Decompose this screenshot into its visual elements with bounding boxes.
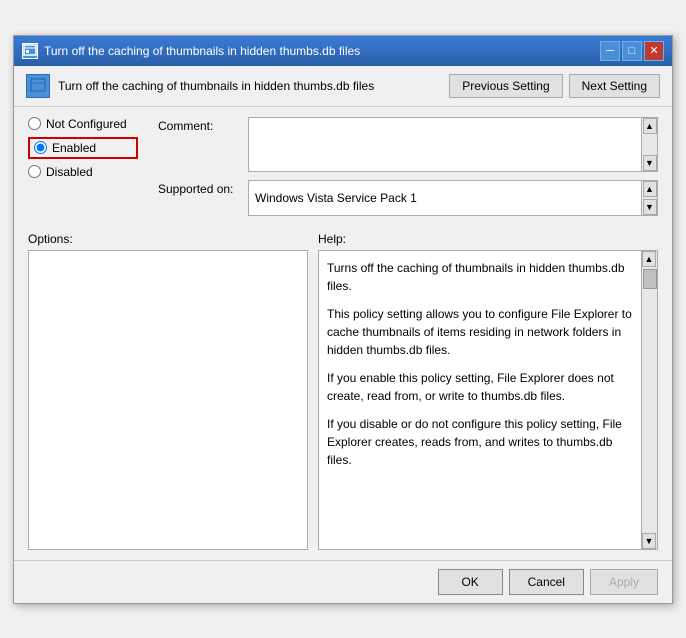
enabled-option[interactable]: Enabled [28, 137, 138, 159]
minimize-button[interactable]: ─ [600, 41, 620, 61]
fields-area: Comment: ▲ ▼ Supported on: Win [158, 117, 658, 224]
disabled-option[interactable]: Disabled [28, 165, 138, 179]
help-scrollbar[interactable]: ▲ ▼ [642, 250, 658, 550]
disabled-label: Disabled [46, 165, 93, 179]
comment-input[interactable] [248, 117, 642, 172]
supported-row: Supported on: Windows Vista Service Pack… [158, 180, 658, 216]
options-column: Options: [28, 232, 308, 550]
window-title: Turn off the caching of thumbnails in hi… [44, 44, 360, 58]
help-scroll-track [642, 291, 657, 533]
not-configured-radio[interactable] [28, 117, 41, 130]
help-box-wrapper: Turns off the caching of thumbnails in h… [318, 250, 658, 550]
title-controls: ─ □ ✕ [600, 41, 664, 61]
apply-button[interactable]: Apply [590, 569, 658, 595]
header-title: Turn off the caching of thumbnails in hi… [58, 79, 374, 93]
help-column: Help: Turns off the caching of thumbnail… [318, 232, 658, 550]
help-scroll-thumb[interactable] [643, 269, 657, 289]
main-window: Turn off the caching of thumbnails in hi… [13, 35, 673, 604]
cancel-button[interactable]: Cancel [509, 569, 584, 595]
supported-scrollbar[interactable]: ▲ ▼ [642, 180, 658, 216]
help-paragraph-1: Turns off the caching of thumbnails in h… [327, 259, 633, 295]
options-label: Options: [28, 232, 308, 246]
options-box [28, 250, 308, 550]
supported-label: Supported on: [158, 180, 248, 196]
header-policy-icon [26, 74, 50, 98]
help-paragraph-3: If you enable this policy setting, File … [327, 369, 633, 405]
close-button[interactable]: ✕ [644, 41, 664, 61]
title-bar-left: Turn off the caching of thumbnails in hi… [22, 43, 360, 59]
supported-value-display: Windows Vista Service Pack 1 [248, 180, 642, 216]
comment-field-wrapper: ▲ ▼ [248, 117, 658, 172]
supported-field-wrapper: Windows Vista Service Pack 1 ▲ ▼ [248, 180, 658, 216]
prev-setting-button[interactable]: Previous Setting [449, 74, 562, 98]
maximize-button[interactable]: □ [622, 41, 642, 61]
help-scroll-up[interactable]: ▲ [642, 251, 656, 267]
footer: OK Cancel Apply [14, 560, 672, 603]
help-scroll-down[interactable]: ▼ [642, 533, 656, 549]
supported-scroll-up[interactable]: ▲ [643, 181, 657, 197]
not-configured-option[interactable]: Not Configured [28, 117, 138, 131]
main-content: Not Configured Enabled Disabled Comment: [14, 107, 672, 560]
disabled-radio[interactable] [28, 165, 41, 178]
not-configured-label: Not Configured [46, 117, 127, 131]
supported-scroll-down[interactable]: ▼ [643, 199, 657, 215]
help-paragraph-2: This policy setting allows you to config… [327, 305, 633, 359]
comment-scroll-track [642, 134, 657, 155]
header-bar: Turn off the caching of thumbnails in hi… [14, 66, 672, 107]
config-row: Not Configured Enabled Disabled Comment: [28, 117, 658, 224]
enabled-radio[interactable] [34, 141, 47, 154]
header-buttons: Previous Setting Next Setting [449, 74, 660, 98]
help-box: Turns off the caching of thumbnails in h… [318, 250, 642, 550]
comment-row: Comment: ▲ ▼ [158, 117, 658, 172]
comment-label: Comment: [158, 117, 248, 133]
supported-value-text: Windows Vista Service Pack 1 [255, 191, 417, 205]
radio-group: Not Configured Enabled Disabled [28, 117, 138, 224]
header-left: Turn off the caching of thumbnails in hi… [26, 74, 449, 98]
comment-scroll-down[interactable]: ▼ [643, 155, 657, 171]
ok-button[interactable]: OK [438, 569, 503, 595]
help-label: Help: [318, 232, 658, 246]
window-icon [22, 43, 38, 59]
comment-scroll-up[interactable]: ▲ [643, 118, 657, 134]
enabled-label: Enabled [52, 141, 96, 155]
next-setting-button[interactable]: Next Setting [569, 74, 660, 98]
two-column-section: Options: Help: Turns off the caching of … [28, 232, 658, 550]
comment-scrollbar[interactable]: ▲ ▼ [642, 117, 658, 172]
help-paragraph-4: If you disable or do not configure this … [327, 415, 633, 469]
title-bar: Turn off the caching of thumbnails in hi… [14, 36, 672, 66]
